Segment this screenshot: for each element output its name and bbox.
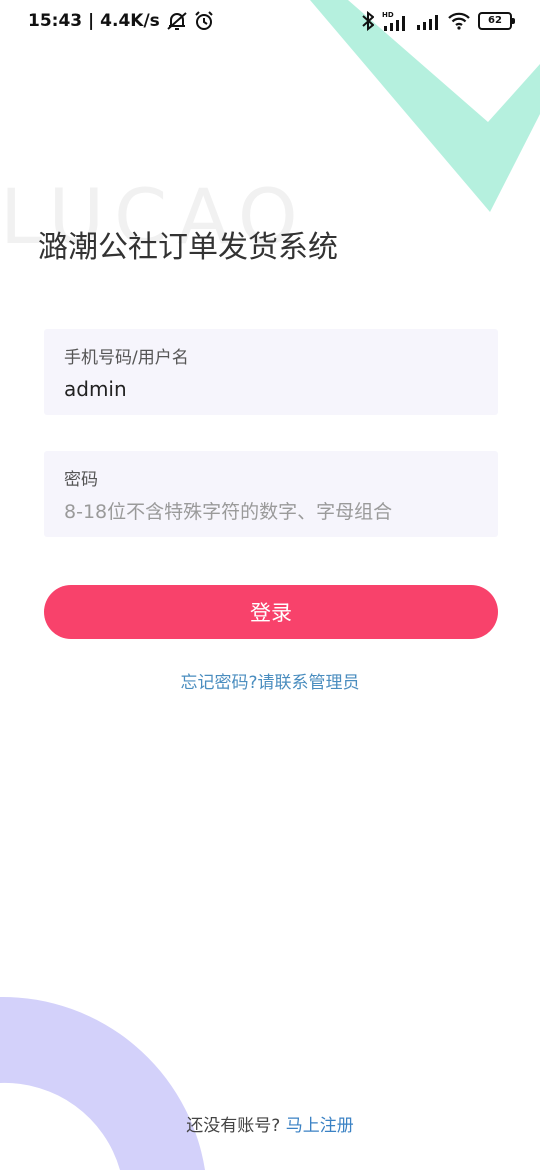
signal-hd-label: HD — [382, 11, 394, 19]
status-right: HD 62 — [354, 10, 515, 32]
arc-decoration — [0, 996, 205, 1170]
login-button[interactable]: 登录 — [44, 585, 498, 639]
register-row: 还没有账号? 马上注册 — [0, 1111, 540, 1136]
register-prompt: 还没有账号? — [186, 1116, 281, 1136]
muted-bell-icon — [166, 11, 188, 31]
username-field[interactable]: 手机号码/用户名 — [44, 329, 498, 415]
username-input[interactable] — [64, 373, 478, 405]
status-time-speed: 15:43 | 4.4K/s — [28, 11, 160, 31]
signal-hd-icon: HD — [382, 10, 408, 32]
alarm-clock-icon — [194, 11, 214, 31]
battery-icon: 62 — [478, 12, 515, 30]
password-label: 密码 — [64, 470, 98, 490]
status-bar: 15:43 | 4.4K/s HD 62 — [0, 0, 540, 44]
bluetooth-icon — [362, 11, 374, 31]
signal-icon — [416, 11, 440, 31]
app-title: 潞潮公社订单发货系统 — [38, 230, 338, 265]
forgot-password-link[interactable]: 忘记密码?请联系管理员 — [0, 668, 540, 693]
status-left: 15:43 | 4.4K/s — [28, 11, 214, 31]
username-label: 手机号码/用户名 — [64, 348, 189, 368]
register-link[interactable]: 马上注册 — [286, 1116, 354, 1136]
wifi-icon — [448, 12, 470, 30]
password-input[interactable] — [64, 495, 478, 527]
password-field[interactable]: 密码 — [44, 451, 498, 537]
